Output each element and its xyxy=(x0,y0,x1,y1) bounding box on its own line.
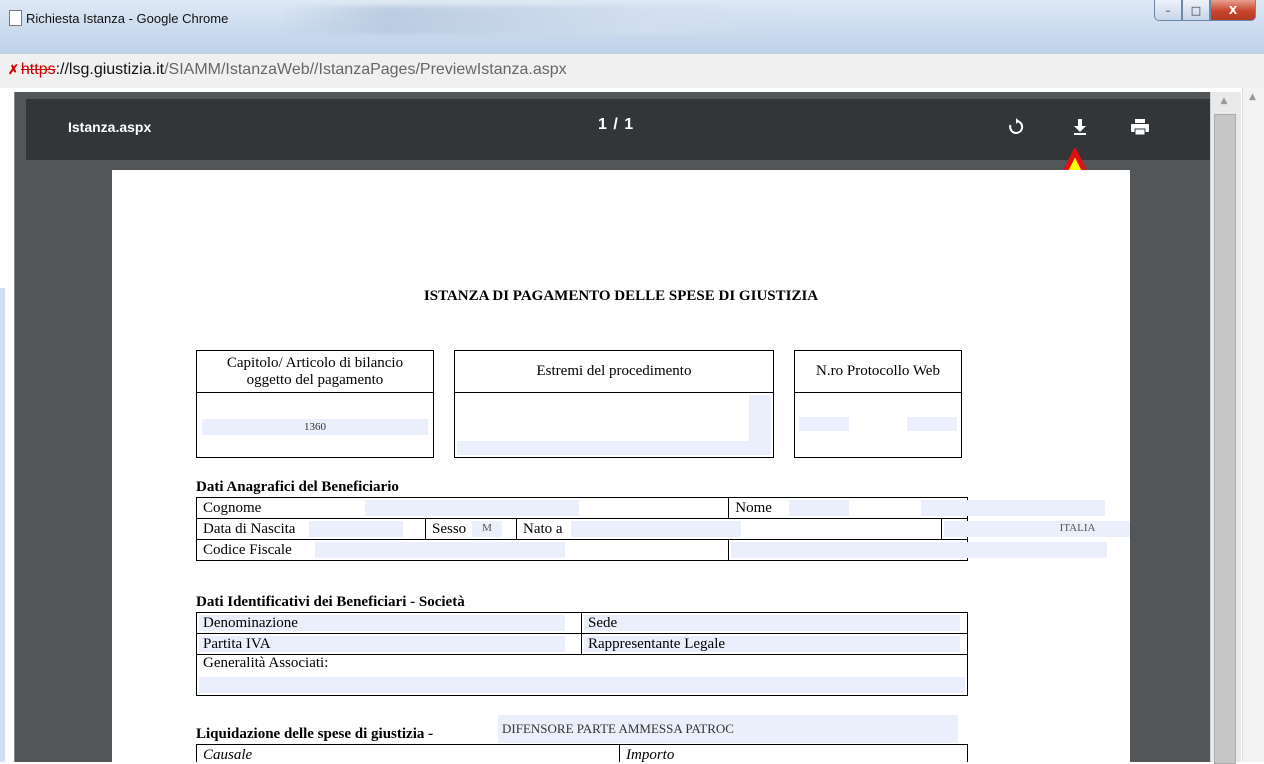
scroll-thumb[interactable] xyxy=(1214,114,1236,764)
capitolo-header-line1: Capitolo/ Articolo di bilancio xyxy=(226,354,404,371)
capitolo-header-line2: oggetto del pagamento xyxy=(246,371,384,388)
window-title: Richiesta Istanza - Google Chrome xyxy=(26,11,229,26)
sede-label: Sede xyxy=(588,614,618,631)
cognome-label: Cognome xyxy=(203,499,262,516)
capitolo-value: 1360 xyxy=(202,419,428,435)
generalita-label: Generalità Associati: xyxy=(203,655,329,671)
page-icon xyxy=(9,10,22,26)
nome-label: Nome xyxy=(735,499,772,516)
print-icon[interactable] xyxy=(1126,113,1154,141)
rappresentante-label: Rappresentante Legale xyxy=(588,635,726,652)
document-title: ISTANZA DI PAGAMENTO DELLE SPESE DI GIUS… xyxy=(423,288,819,304)
blurred-tabs xyxy=(282,6,802,34)
denominazione-label: Denominazione xyxy=(203,614,298,631)
rotate-icon[interactable] xyxy=(1002,113,1030,141)
societa-title: Dati Identificativi dei Beneficiari - So… xyxy=(196,594,465,610)
minimize-button[interactable]: – xyxy=(1154,0,1182,21)
box-capitolo: Capitolo/ Articolo di bilancio oggetto d… xyxy=(196,350,434,458)
page-indicator: 1 / 1 xyxy=(598,116,635,133)
sesso-value: M xyxy=(472,521,502,537)
procedimento-header: Estremi del procedimento xyxy=(455,351,773,393)
pdf-page: ISTANZA DI PAGAMENTO DELLE SPESE DI GIUS… xyxy=(112,170,1130,762)
url-scheme: https xyxy=(20,61,56,78)
causale-label: Causale xyxy=(203,746,253,763)
protocollo-header: N.ro Protocollo Web xyxy=(795,351,961,393)
anagrafici-title: Dati Anagrafici del Beneficiario xyxy=(196,479,399,495)
box-procedimento: Estremi del procedimento xyxy=(454,350,774,458)
codice-fiscale-label: Codice Fiscale xyxy=(203,541,292,558)
data-nascita-label: Data di Nascita xyxy=(203,520,296,537)
window-titlebar: Richiesta Istanza - Google Chrome – □ X xyxy=(0,0,1264,55)
paese-value: ITALIA xyxy=(1059,522,1096,534)
scroll-up-icon[interactable]: ▲ xyxy=(1249,92,1256,102)
nato-a-label: Nato a xyxy=(523,520,563,537)
download-icon[interactable] xyxy=(1066,113,1094,141)
maximize-button[interactable]: □ xyxy=(1182,0,1210,21)
window-controls: – □ X xyxy=(1154,0,1256,21)
partita-iva-label: Partita IVA xyxy=(203,635,271,652)
url-host: ://lsg.giustizia.it xyxy=(55,61,165,78)
liquidazione-tipo: DIFENSORE PARTE AMMESSA PATROC xyxy=(498,715,762,743)
importo-label: Importo xyxy=(626,746,675,763)
insecure-lock-icon: ✗ xyxy=(8,62,19,77)
close-button[interactable]: X xyxy=(1210,0,1256,21)
liquidazione-table: Causale Importo xyxy=(196,744,968,762)
pdf-toolbar: Istanza.aspx 1 / 1 xyxy=(26,99,1210,160)
societa-table: Denominazione Sede Partita IVA Rappresen… xyxy=(196,612,968,696)
sesso-label: Sesso xyxy=(432,520,467,537)
left-window-edge xyxy=(0,88,13,762)
scroll-up-icon[interactable]: ▲ xyxy=(1213,96,1235,110)
url-field[interactable]: ✗ https://lsg.giustizia.it/SIAMM/IstanzaW… xyxy=(8,58,567,82)
window-scrollbar[interactable]: ▲ xyxy=(1242,88,1264,762)
url-path: /SIAMM/IstanzaWeb//IstanzaPages/PreviewI… xyxy=(164,61,567,78)
box-protocollo: N.ro Protocollo Web xyxy=(794,350,962,458)
liquidazione-title: Liquidazione delle spese di giustizia - xyxy=(196,726,434,742)
anagrafici-table: Cognome Nome Data di Nascita Sesso M Nat… xyxy=(195,497,1130,561)
pdf-file-name: Istanza.aspx xyxy=(68,119,152,135)
